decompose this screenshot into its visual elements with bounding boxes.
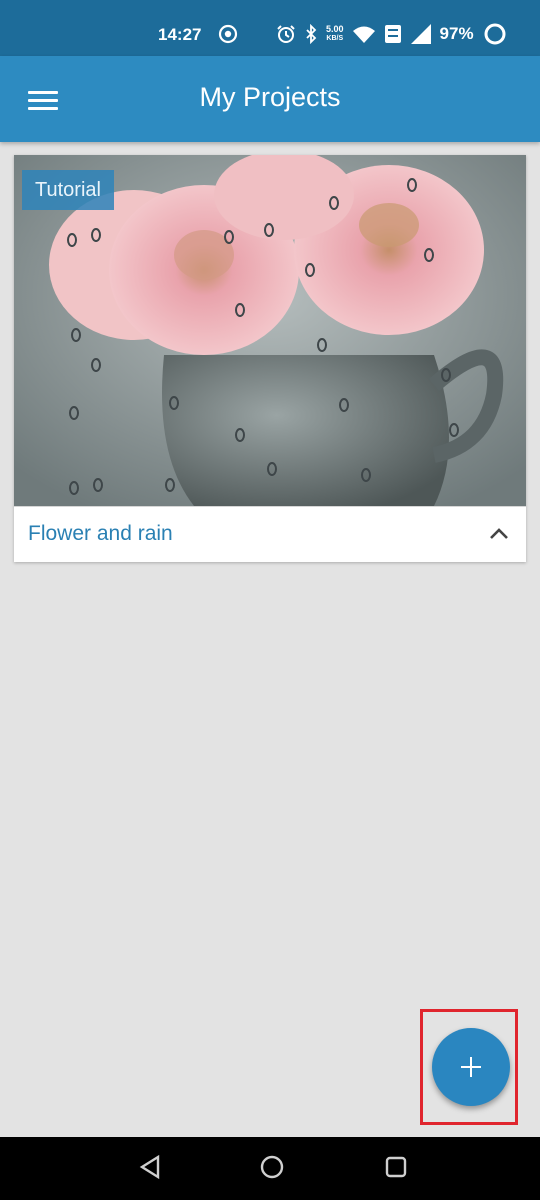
back-triangle-icon[interactable] (138, 1154, 162, 1180)
network-speed-unit: KB/S (326, 35, 344, 42)
status-bar: 14:27 5.00 KB/S 97% (0, 0, 540, 56)
battery-ring-icon (484, 23, 506, 45)
status-time: 14:27 (158, 25, 202, 44)
app-bar: My Projects (0, 56, 540, 142)
home-circle-icon[interactable] (259, 1154, 285, 1180)
status-icons-left (218, 24, 238, 44)
project-name: Flower and rain (28, 522, 173, 545)
recents-square-icon[interactable] (384, 1154, 408, 1180)
bluetooth-icon (306, 24, 317, 44)
signal-icon (410, 24, 431, 44)
network-speed-value: 5.00 (326, 24, 344, 34)
card-footer: Flower and rain (14, 506, 526, 563)
add-project-button[interactable] (432, 1028, 510, 1106)
chrome-icon (218, 24, 238, 44)
status-icons-right: 5.00 KB/S 97% (276, 22, 507, 46)
navigation-bar (0, 1137, 540, 1200)
project-thumbnail[interactable]: Tutorial (14, 155, 526, 506)
network-speed: 5.00 KB/S (326, 25, 344, 43)
chevron-up-icon[interactable] (488, 525, 510, 541)
tutorial-badge: Tutorial (22, 170, 114, 210)
volte-icon (384, 25, 401, 43)
wifi-icon (352, 26, 375, 43)
project-card[interactable]: Tutorial Flower and rain (14, 155, 526, 562)
alarm-icon (277, 25, 295, 43)
page-title: My Projects (199, 82, 341, 112)
battery-percent: 97% (439, 24, 474, 43)
